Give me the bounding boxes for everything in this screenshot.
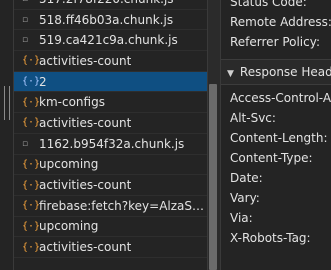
request-row[interactable]: {·} upcoming — [14, 155, 208, 176]
js-file-icon: ▫ — [22, 14, 29, 25]
request-name: 1162.b954f32a.chunk.js — [39, 136, 185, 151]
response-headers-section-header[interactable]: ▼ Response Headers — [221, 59, 331, 85]
js-file-icon: ▫ — [22, 35, 29, 46]
request-name: 517.2f78f220.chunk.js — [39, 0, 174, 6]
json-icon: {·} — [22, 241, 41, 253]
json-icon: {·} — [22, 220, 41, 232]
header-content-type: Content-Type: — [230, 151, 313, 165]
request-row[interactable]: {·} km-configs — [14, 92, 208, 114]
json-icon: {·} — [22, 200, 41, 212]
js-file-icon: ▫ — [22, 0, 39, 4]
remote-address-label: Remote Address: — [230, 15, 331, 29]
panel-resize-grip[interactable] — [0, 0, 13, 270]
request-name: upcoming — [39, 157, 99, 172]
request-row[interactable]: ▫ 1162.b954f32a.chunk.js — [14, 134, 208, 155]
collapse-triangle-icon: ▼ — [227, 69, 234, 79]
request-name: 519.ca421c9a.chunk.js — [39, 33, 178, 48]
js-file-icon: ▫ — [22, 138, 29, 149]
request-name: activities-count — [39, 53, 132, 68]
request-name: activities-count — [39, 178, 132, 193]
request-row[interactable]: {·} 2 — [14, 71, 208, 93]
scrollbar-thumb[interactable] — [209, 84, 217, 270]
grip-handle-icon — [4, 86, 10, 120]
referrer-policy-label: Referrer Policy: — [230, 35, 320, 49]
json-icon: {·} — [22, 96, 41, 108]
header-alt-svc: Alt-Svc: — [230, 111, 276, 125]
response-header-fields: Access-Control-Allow-Origin: Alt-Svc: Co… — [221, 88, 331, 248]
header-via: Via: — [230, 211, 253, 225]
header-content-length: Content-Length: — [230, 131, 328, 145]
request-row[interactable]: {·} activities-count — [14, 237, 208, 258]
request-name: km-configs — [39, 95, 105, 110]
request-name: upcoming — [39, 219, 99, 234]
header-vary: Vary: — [230, 191, 260, 205]
request-row[interactable]: {·} activities-count — [14, 175, 208, 196]
json-icon: {·} — [22, 55, 41, 67]
json-icon: {·} — [22, 158, 41, 170]
request-name: firebase:fetch?key=AlzaSyB_... — [39, 198, 208, 213]
request-details-panel: Status Code: Remote Address: Referrer Po… — [220, 0, 331, 270]
request-row[interactable]: {·} activities-count — [14, 51, 208, 72]
request-list: ▫517.2f78f220.chunk.js▫518.ff46b03a.chun… — [13, 0, 208, 270]
request-row[interactable]: ▫ 518.ff46b03a.chunk.js — [14, 10, 208, 31]
request-row[interactable]: ▫517.2f78f220.chunk.js — [14, 0, 208, 10]
json-icon: {·} — [22, 76, 41, 88]
request-name: activities-count — [39, 115, 132, 130]
request-name: 518.ff46b03a.chunk.js — [39, 12, 174, 27]
response-headers-title: Response Headers — [239, 65, 331, 79]
json-icon: {·} — [22, 117, 41, 129]
request-row[interactable]: {·} activities-count — [14, 113, 208, 134]
request-name: activities-count — [39, 240, 132, 255]
request-row[interactable]: ▫ 519.ca421c9a.chunk.js — [14, 30, 208, 52]
general-fields: Status Code: Remote Address: Referrer Po… — [221, 0, 331, 52]
header-x-robots-tag: X-Robots-Tag: — [230, 231, 311, 245]
request-row[interactable]: {·} upcoming — [14, 217, 208, 238]
request-row[interactable]: {·} firebase:fetch?key=AlzaSyB_... — [14, 196, 208, 217]
header-date: Date: — [230, 171, 263, 185]
header-access-control-allow-origin: Access-Control-Allow-Origin: — [230, 91, 331, 105]
status-code-label: Status Code: — [230, 0, 307, 9]
request-name: 2 — [39, 74, 47, 89]
json-icon: {·} — [22, 179, 41, 191]
